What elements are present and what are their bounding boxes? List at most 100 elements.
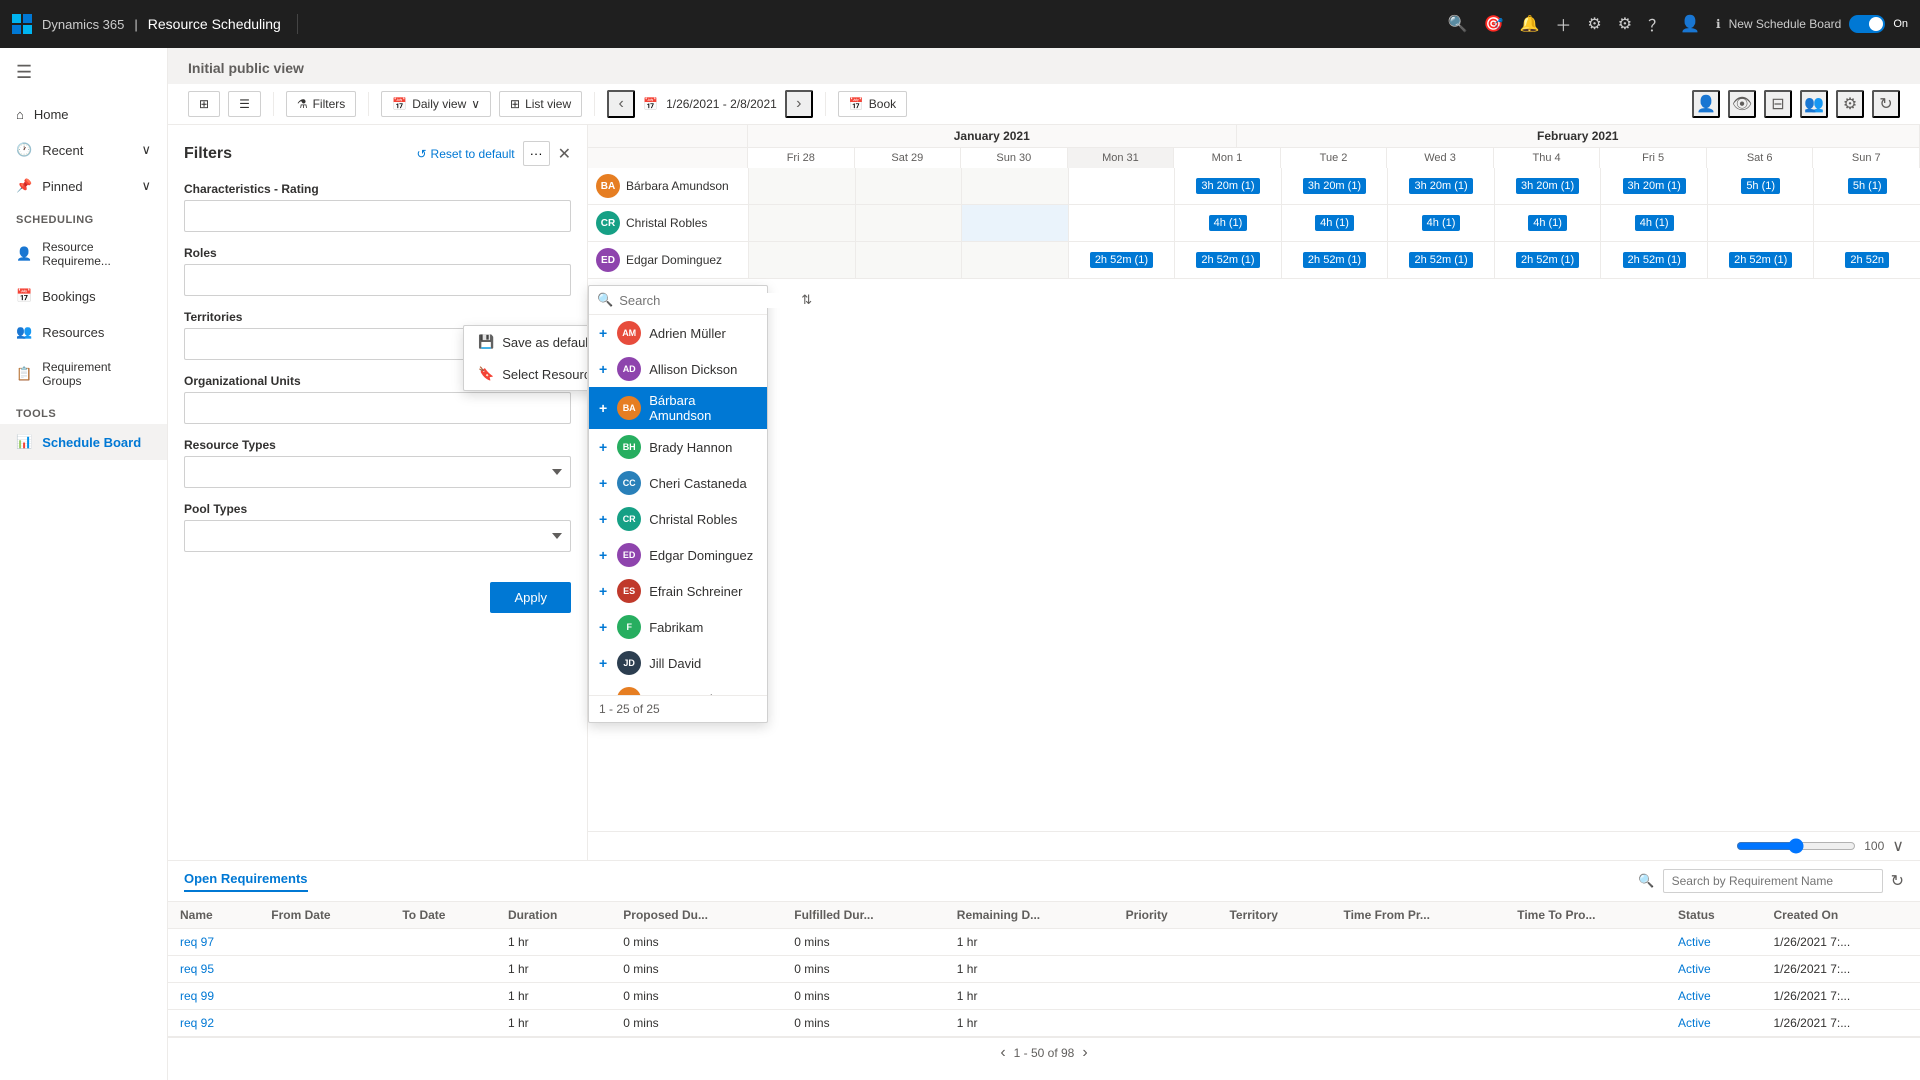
list-item[interactable]: +EDEdgar Dominguez	[589, 537, 767, 573]
list-item[interactable]: +ESEfrain Schreiner	[589, 573, 767, 609]
cal-cell[interactable]	[961, 242, 1068, 278]
daily-view-button[interactable]: 📅 Daily view ∨	[381, 91, 491, 117]
cal-cell[interactable]	[1068, 205, 1175, 241]
req-status-link[interactable]: Active	[1678, 1016, 1711, 1030]
roles-input[interactable]	[184, 264, 571, 296]
sidebar-item-resources[interactable]: 👥 Resources	[0, 314, 167, 350]
prev-date-button[interactable]: ‹	[607, 90, 635, 118]
req-name-link[interactable]: req 92	[180, 1016, 214, 1030]
pool-types-select[interactable]	[184, 520, 571, 552]
list-item[interactable]: +BABárbara Amundson	[589, 387, 767, 429]
list-item[interactable]: +BHBrady Hannon	[589, 429, 767, 465]
cal-cell[interactable]: 2h 52m (1)	[1494, 242, 1601, 278]
book-button[interactable]: 📅 Book	[838, 91, 907, 117]
list-item[interactable]: +AMAdrien Müller	[589, 315, 767, 351]
cal-cell[interactable]: 2h 52m (1)	[1600, 242, 1707, 278]
req-name-link[interactable]: req 99	[180, 989, 214, 1003]
cal-cell[interactable]: 3h 20m (1)	[1174, 168, 1281, 204]
people-button[interactable]: 👥	[1800, 90, 1828, 118]
filters-button[interactable]: ⚗ Filters	[286, 91, 356, 117]
select-resources-menu-item[interactable]: 🔖 Select Resources	[464, 358, 588, 390]
cal-cell[interactable]: 3h 20m (1)	[1387, 168, 1494, 204]
list-view-icon-button[interactable]: ☰	[228, 91, 261, 117]
req-status-link[interactable]: Active	[1678, 962, 1711, 976]
resource-search-input[interactable]	[619, 293, 795, 308]
config-button[interactable]: ⚙	[1836, 90, 1864, 118]
filters-close-button[interactable]: ✕	[558, 144, 571, 164]
columns-button[interactable]: ⊟	[1764, 90, 1792, 118]
cal-cell[interactable]	[1813, 205, 1920, 241]
zoom-slider[interactable]	[1736, 838, 1856, 854]
cal-cell[interactable]: 5h (1)	[1707, 168, 1814, 204]
cal-cell[interactable]: 2h 52m (1)	[1387, 242, 1494, 278]
list-item[interactable]: +ADAllison Dickson	[589, 351, 767, 387]
cal-cell[interactable]	[748, 168, 855, 204]
list-item[interactable]: +CCCheri Castaneda	[589, 465, 767, 501]
plus-icon-btn[interactable]: ＋	[1555, 12, 1571, 36]
search-icon-btn[interactable]: 🔍	[1448, 14, 1468, 34]
help-icon-btn[interactable]: ？	[1648, 12, 1664, 36]
resource-types-select[interactable]	[184, 456, 571, 488]
resource-view-button[interactable]: 👤	[1692, 90, 1720, 118]
list-item[interactable]: +FFabrikam	[589, 609, 767, 645]
reset-to-default-button[interactable]: ↺ Reset to default	[416, 147, 514, 161]
refresh-button[interactable]: ↻	[1872, 90, 1900, 118]
sidebar-item-bookings[interactable]: 📅 Bookings	[0, 278, 167, 314]
sidebar-item-requirement-groups[interactable]: 📋 Requirement Groups	[0, 350, 167, 398]
cal-cell[interactable]: 2h 52n	[1813, 242, 1920, 278]
cal-cell[interactable]	[855, 168, 962, 204]
cal-cell[interactable]	[748, 205, 855, 241]
sidebar-item-recent[interactable]: 🕐 Recent ∨	[0, 132, 167, 168]
req-refresh-button[interactable]: ↻	[1891, 871, 1904, 891]
req-name-link[interactable]: req 95	[180, 962, 214, 976]
req-prev-page-button[interactable]: ‹	[1000, 1044, 1005, 1062]
expand-button[interactable]: ∨	[1892, 836, 1904, 856]
cal-cell[interactable]: 4h (1)	[1174, 205, 1281, 241]
cal-cell[interactable]	[1707, 205, 1814, 241]
bell-icon-btn[interactable]: 🔔	[1519, 14, 1539, 34]
filters-more-button[interactable]: ···	[523, 141, 550, 166]
cal-cell[interactable]: 4h (1)	[1600, 205, 1707, 241]
req-name-link[interactable]: req 97	[180, 935, 214, 949]
save-as-default-menu-item[interactable]: 💾 Save as default	[464, 326, 588, 358]
open-requirements-tab[interactable]: Open Requirements	[184, 871, 308, 892]
cal-cell[interactable]: 4h (1)	[1387, 205, 1494, 241]
cal-cell[interactable]	[748, 242, 855, 278]
list-view-button[interactable]: ⊞ List view	[499, 91, 582, 117]
cal-cell[interactable]: 2h 52m (1)	[1281, 242, 1388, 278]
req-status-link[interactable]: Active	[1678, 935, 1711, 949]
settings-icon-btn[interactable]: ⚙	[1618, 14, 1632, 34]
cal-cell[interactable]	[961, 205, 1068, 241]
cal-cell[interactable]	[855, 242, 962, 278]
cal-cell[interactable]: 5h (1)	[1813, 168, 1920, 204]
eye-view-button[interactable]: 👁	[1728, 90, 1756, 118]
cal-cell[interactable]: 3h 20m (1)	[1600, 168, 1707, 204]
req-status-link[interactable]: Active	[1678, 989, 1711, 1003]
cal-cell[interactable]: 3h 20m (1)	[1281, 168, 1388, 204]
next-date-button[interactable]: ›	[785, 90, 813, 118]
req-search-input[interactable]	[1663, 869, 1883, 893]
cal-cell[interactable]	[1068, 168, 1175, 204]
req-next-page-button[interactable]: ›	[1082, 1044, 1087, 1062]
sidebar-item-home[interactable]: ⌂ Home	[0, 97, 167, 132]
apply-button[interactable]: Apply	[490, 582, 571, 613]
cal-cell[interactable]: 2h 52m (1)	[1174, 242, 1281, 278]
list-item[interactable]: +JDJill David	[589, 645, 767, 681]
new-schedule-toggle[interactable]	[1849, 15, 1885, 33]
sidebar-item-pinned[interactable]: 📌 Pinned ∨	[0, 168, 167, 204]
list-item[interactable]: +JGJorge Gault	[589, 681, 767, 695]
cal-cell[interactable]: 2h 52m (1)	[1707, 242, 1814, 278]
cal-cell[interactable]: 4h (1)	[1281, 205, 1388, 241]
hamburger-menu[interactable]: ☰	[0, 48, 167, 97]
target-icon-btn[interactable]: 🎯	[1484, 14, 1504, 34]
filter-icon-btn[interactable]: ⚙	[1587, 14, 1601, 34]
cal-cell[interactable]: 3h 20m (1)	[1494, 168, 1601, 204]
cal-cell[interactable]: 2h 52m (1)	[1068, 242, 1175, 278]
characteristics-input[interactable]	[184, 200, 571, 232]
sidebar-item-resource-requirements[interactable]: 👤 Resource Requireme...	[0, 230, 167, 278]
grid-view-button[interactable]: ⊞	[188, 91, 220, 117]
org-units-input[interactable]	[184, 392, 571, 424]
sort-icon[interactable]: ⇅	[801, 292, 812, 308]
sidebar-item-schedule-board[interactable]: 📊 Schedule Board	[0, 424, 167, 460]
cal-cell[interactable]	[855, 205, 962, 241]
